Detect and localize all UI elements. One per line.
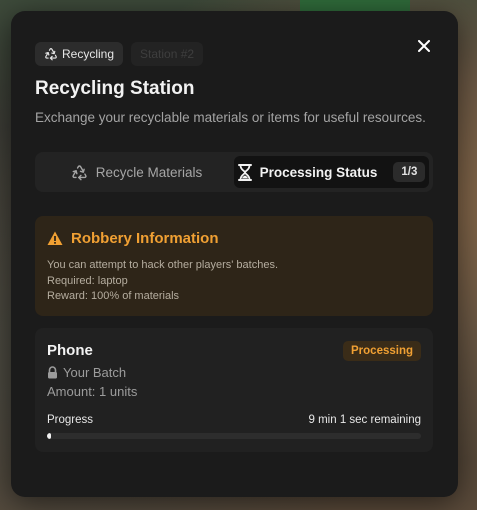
header-badges: Recycling Station #2 (35, 42, 204, 66)
batch-owner: Your Batch (47, 365, 421, 380)
recycling-badge-label: Recycling (62, 47, 115, 61)
batch-owner-label: Your Batch (63, 365, 127, 380)
batch-count-badge: 1/3 (393, 162, 426, 182)
robbery-line-required: Required: laptop (47, 274, 128, 287)
batch-amount: Amount: 1 units (47, 384, 138, 399)
robbery-info-header: Robbery Information (47, 230, 421, 247)
warning-icon (47, 231, 63, 245)
page-title: Recycling Station (35, 78, 195, 99)
hourglass-icon (237, 163, 252, 181)
batch-card: Phone Processing Your Batch Amount: 1 un… (35, 328, 433, 452)
tab-recycle-materials-label: Recycle Materials (95, 164, 203, 180)
robbery-info-panel: Robbery Information You can attempt to h… (35, 216, 433, 316)
progress-row: Progress 9 min 1 sec remaining (47, 414, 421, 426)
robbery-info-text: You can attempt to hack other players' b… (47, 258, 421, 305)
robbery-info-title: Robbery Information (71, 230, 219, 247)
robbery-line-reward: Reward: 100% of materials (47, 290, 180, 302)
tab-processing-status[interactable]: Processing Status 1/3 (234, 156, 429, 188)
close-button[interactable] (414, 36, 434, 56)
recycle-icon (72, 164, 87, 180)
progress-bar-fill (47, 433, 51, 439)
station-badge: Station #2 (131, 42, 204, 66)
status-badge: Processing (343, 341, 421, 361)
time-remaining: 9 min 1 sec remaining (308, 414, 422, 426)
tab-recycle-materials[interactable]: Recycle Materials (39, 156, 234, 188)
station-badge-label: Station #2 (140, 47, 195, 61)
robbery-line-description: You can attempt to hack other players' b… (47, 259, 278, 271)
tab-processing-status-label: Processing Status (259, 164, 378, 180)
lock-icon (48, 366, 57, 379)
close-icon (418, 40, 430, 52)
recycling-modal: Recycling Station #2 Recycling Station E… (11, 11, 458, 497)
recycling-badge: Recycling (35, 42, 124, 66)
recycle-icon (45, 48, 57, 61)
page-subtitle: Exchange your recyclable materials or it… (35, 110, 426, 125)
progress-bar (47, 433, 421, 439)
progress-label: Progress (47, 414, 94, 426)
tab-bar: Recycle Materials Processing Status 1/3 (35, 152, 433, 192)
